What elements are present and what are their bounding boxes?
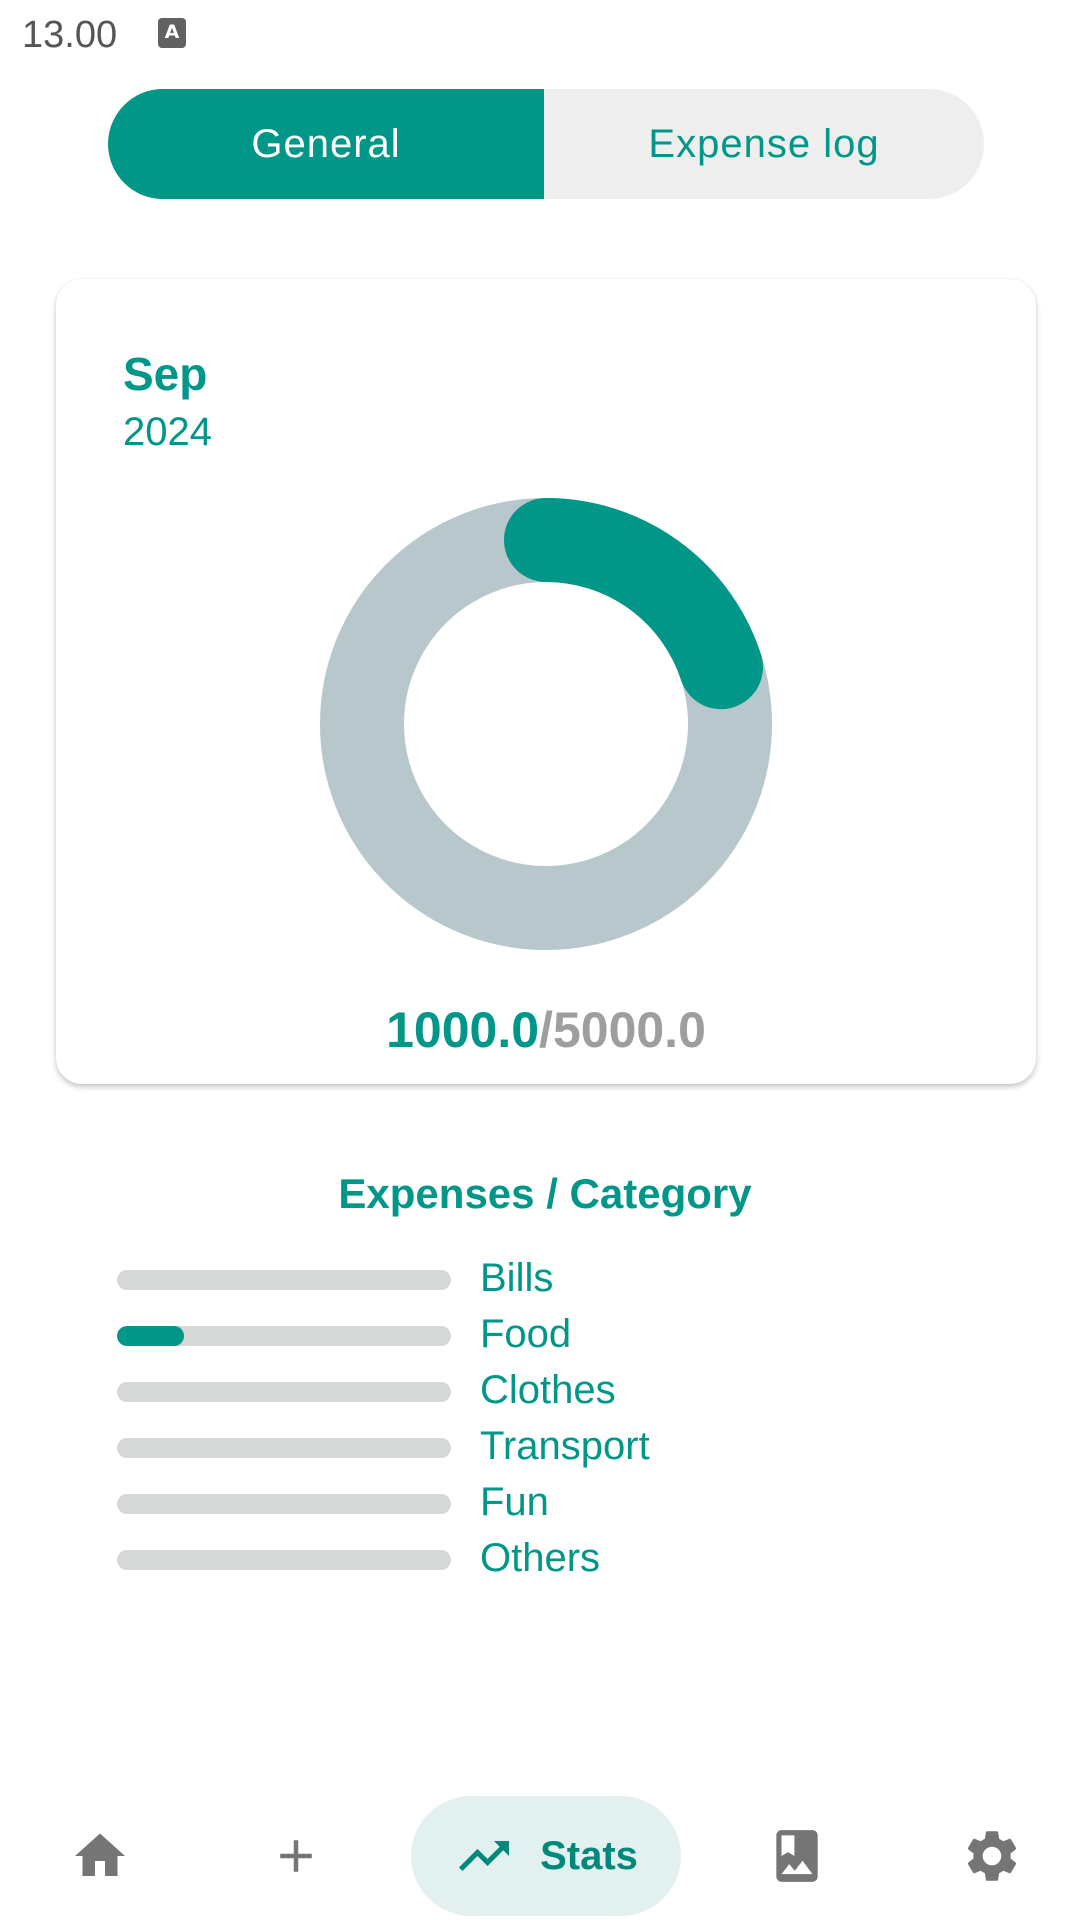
category-section-title: Expenses / Category bbox=[338, 1170, 752, 1217]
category-label: Fun bbox=[480, 1480, 549, 1524]
year-label: 2024 bbox=[123, 410, 212, 454]
amount-separator: / bbox=[539, 1002, 553, 1058]
category-row-clothes: Clothes bbox=[117, 1364, 817, 1420]
category-list: Bills Food Clothes Transport Fun Others bbox=[117, 1252, 817, 1588]
nav-stats-button[interactable]: Stats bbox=[411, 1796, 681, 1916]
category-row-others: Others bbox=[117, 1532, 817, 1588]
nav-home-button[interactable] bbox=[40, 1796, 160, 1916]
category-label: Food bbox=[480, 1312, 572, 1356]
home-icon bbox=[75, 1833, 125, 1876]
photo-album-icon bbox=[776, 1830, 818, 1882]
category-row-bills: Bills bbox=[117, 1252, 817, 1308]
bottom-navigation: Stats bbox=[0, 1780, 1080, 1920]
budget-donut-chart bbox=[320, 498, 772, 950]
category-row-fun: Fun bbox=[117, 1476, 817, 1532]
category-bar-track bbox=[117, 1326, 451, 1346]
notification-icon: A bbox=[158, 18, 186, 48]
gear-icon bbox=[967, 1831, 1017, 1881]
budget-amounts: 1000.0/5000.0 bbox=[56, 1001, 1036, 1059]
donut-progress-arc bbox=[504, 498, 763, 710]
amount-spent: 1000.0 bbox=[386, 1002, 540, 1058]
category-bar-track bbox=[117, 1438, 451, 1458]
category-bar-track bbox=[117, 1550, 451, 1570]
status-bar: 13.00 A bbox=[0, 0, 1080, 72]
monthly-summary-card: Sep 2024 1000.0/5000.0 bbox=[56, 279, 1036, 1084]
category-bar-track bbox=[117, 1270, 451, 1290]
category-bar-track bbox=[117, 1494, 451, 1514]
category-row-food: Food bbox=[117, 1308, 817, 1364]
category-bar-track bbox=[117, 1382, 451, 1402]
category-label: Others bbox=[480, 1536, 601, 1580]
view-toggle: General Expense log bbox=[108, 89, 984, 199]
category-label: Clothes bbox=[480, 1368, 616, 1412]
nav-album-button[interactable] bbox=[737, 1796, 857, 1916]
category-label: Bills bbox=[480, 1256, 554, 1300]
category-label: Transport bbox=[480, 1424, 650, 1468]
tab-general[interactable]: General bbox=[108, 89, 544, 199]
status-time: 13.00 bbox=[22, 14, 118, 56]
nav-stats-label: Stats bbox=[540, 1833, 638, 1878]
trending-up-icon bbox=[459, 1841, 510, 1871]
category-row-transport: Transport bbox=[117, 1420, 817, 1476]
nav-add-button[interactable] bbox=[236, 1796, 356, 1916]
add-icon bbox=[280, 1840, 312, 1872]
tab-expense-log[interactable]: Expense log bbox=[544, 89, 984, 199]
nav-settings-button[interactable] bbox=[932, 1796, 1052, 1916]
category-bar-fill bbox=[117, 1326, 184, 1346]
month-label: Sep bbox=[123, 348, 208, 400]
amount-budget: 5000.0 bbox=[552, 1002, 706, 1058]
